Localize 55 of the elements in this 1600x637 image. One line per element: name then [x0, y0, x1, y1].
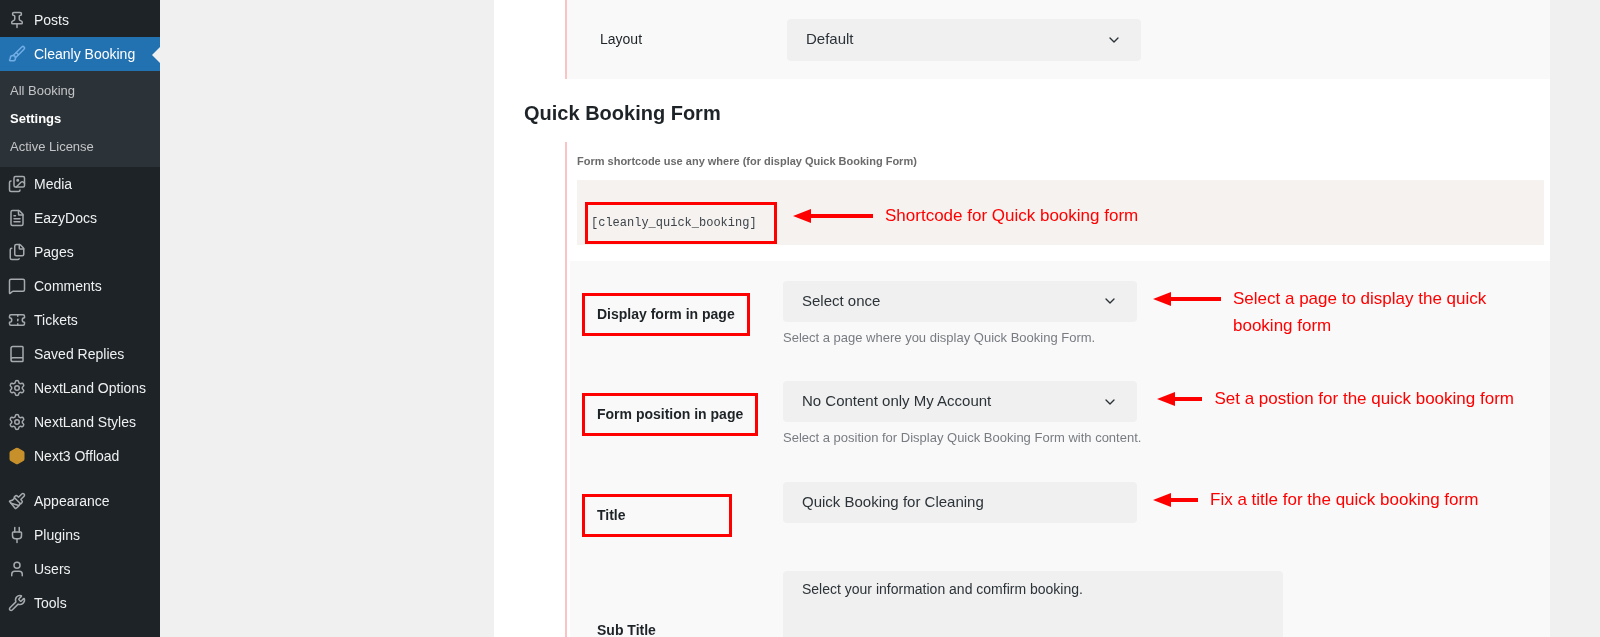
- sidebar-item[interactable]: Tickets: [0, 303, 160, 337]
- annotation-text: Fix a title for the quick booking form: [1210, 488, 1479, 511]
- page-select[interactable]: Select once: [783, 280, 1137, 322]
- sidebar-item[interactable]: NextLand Styles: [0, 405, 160, 439]
- shortcode-text: [cleanly_quick_booking]: [585, 202, 777, 244]
- sidebar-item[interactable]: Posts: [0, 3, 160, 37]
- field-label: Display form in page: [582, 292, 750, 336]
- gear-icon: [8, 379, 26, 397]
- field-hint: Select a page where you display Quick Booking Form.: [783, 328, 1097, 347]
- sidebar-item[interactable]: Appearance: [0, 484, 160, 518]
- field-label: Form position in page: [582, 393, 759, 436]
- page-select[interactable]: No Content only My Account: [783, 381, 1137, 422]
- shortcode-note: Form shortcode use any where (for display Quick Booking Form): [577, 154, 918, 169]
- annotation-text: Shortcode for Quick booking form: [885, 204, 1139, 227]
- submenu-item[interactable]: Settings: [0, 105, 160, 133]
- left-arrow: [1157, 392, 1203, 406]
- sidebar-item[interactable]: Comments: [0, 269, 160, 303]
- pages-icon: [8, 243, 26, 261]
- submenu-item[interactable]: All Booking: [0, 77, 160, 105]
- sidebar-item[interactable]: Media: [0, 167, 160, 201]
- book-icon: [8, 345, 26, 363]
- paintbrush-icon: [8, 492, 26, 510]
- document-icon: [8, 209, 26, 227]
- sidebar-item[interactable]: EazyDocs: [0, 201, 160, 235]
- annotation-text: Set a postion for the quick booking form: [1214, 388, 1514, 410]
- wrench-icon: [8, 594, 26, 612]
- speech-bubble-icon: [8, 277, 26, 295]
- user-icon: [8, 560, 26, 578]
- left-arrow: [1153, 492, 1198, 507]
- ticket-icon: [8, 311, 26, 329]
- field-label: Title: [582, 493, 732, 537]
- field-label: Sub Title: [596, 620, 657, 637]
- left-arrow: [1153, 291, 1221, 306]
- title-input[interactable]: Quick Booking for Cleaning: [783, 481, 1137, 523]
- sidebar-item[interactable]: Pages: [0, 235, 160, 269]
- section-heading: Quick Booking Form: [524, 101, 722, 126]
- sidebar-item[interactable]: Next3 Offload: [0, 439, 160, 473]
- current-pointer: [152, 47, 160, 63]
- sidebar-item[interactable]: Plugins: [0, 518, 160, 552]
- gear-icon: [8, 413, 26, 431]
- brush-icon: [8, 45, 26, 63]
- submenu-item[interactable]: Active License: [0, 133, 160, 161]
- media-icon: [8, 175, 26, 193]
- layout-select[interactable]: Default: [787, 18, 1141, 61]
- sidebar-item[interactable]: Tools: [0, 586, 160, 620]
- pin-icon: [8, 11, 26, 29]
- hexagon-icon: [8, 447, 26, 465]
- field-hint: Select a position for Display Quick Booking Form with content.: [783, 429, 1142, 447]
- subtitle-textarea[interactable]: Select your information and comfirm booking.: [783, 570, 1283, 637]
- sidebar-item[interactable]: Saved Replies: [0, 337, 160, 371]
- annotation-text: Select a page to display the quick booking form: [1233, 287, 1488, 337]
- sidebar-item[interactable]: Users: [0, 552, 160, 586]
- sidebar-item[interactable]: NextLand Options: [0, 371, 160, 405]
- sidebar-item[interactable]: Cleanly Booking: [0, 37, 160, 71]
- field-label: Layout: [599, 30, 644, 49]
